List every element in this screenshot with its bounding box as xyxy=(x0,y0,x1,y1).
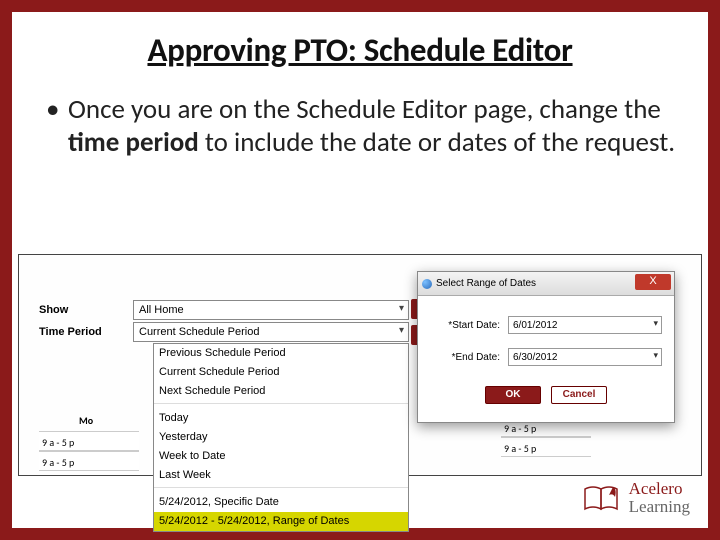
schedule-column-right: 9 a - 5 p 9 a - 5 p xyxy=(501,417,591,457)
close-button[interactable]: X xyxy=(635,274,671,290)
schedule-cell: 9 a - 5 p xyxy=(39,451,139,471)
schedule-cell: 9 a - 5 p xyxy=(39,431,139,451)
bullet-text-bold: time period xyxy=(68,126,199,159)
dropdown-option[interactable]: Current Schedule Period xyxy=(154,363,408,382)
screenshot-panel: Show All Home Time Period Current Schedu… xyxy=(18,254,702,476)
schedule-cell: 9 a - 5 p xyxy=(501,437,591,457)
show-value: All Home xyxy=(139,304,184,316)
filter-form: Show All Home Time Period Current Schedu… xyxy=(39,299,409,343)
logo-text: Acelero Learning xyxy=(629,480,690,516)
time-period-dropdown[interactable]: Previous Schedule Period Current Schedul… xyxy=(153,343,409,532)
instruction-bullet: Once you are on the Schedule Editor page… xyxy=(42,94,678,160)
dialog-title: Select Range of Dates xyxy=(436,278,536,289)
show-select[interactable]: All Home xyxy=(133,300,409,320)
dropdown-option[interactable]: Yesterday xyxy=(154,428,408,447)
bullet-text-pre: Once you are on the Schedule Editor page… xyxy=(68,93,661,126)
dropdown-option[interactable]: Week to Date xyxy=(154,447,408,466)
start-date-input[interactable]: 6/01/2012 xyxy=(508,316,662,334)
bullet-text-post: to include the date or dates of the requ… xyxy=(199,126,675,159)
dropdown-option[interactable]: Last Week xyxy=(154,466,408,485)
ok-button[interactable]: OK xyxy=(485,386,541,404)
start-date-row: *Start Date: 6/01/2012 xyxy=(430,316,662,334)
dropdown-option[interactable]: Previous Schedule Period xyxy=(154,344,408,363)
show-label: Show xyxy=(39,304,133,316)
time-period-row: Time Period Current Schedule Period xyxy=(39,321,409,343)
dialog-titlebar: Select Range of Dates X xyxy=(418,272,674,296)
brand-logo: Acelero Learning xyxy=(581,480,690,516)
end-date-label: *End Date: xyxy=(430,352,508,363)
dropdown-option[interactable]: Next Schedule Period xyxy=(154,382,408,401)
time-period-value: Current Schedule Period xyxy=(139,326,259,338)
dialog-body: *Start Date: 6/01/2012 *End Date: 6/30/2… xyxy=(418,296,674,422)
day-header: Mo xyxy=(79,414,93,427)
show-row: Show All Home xyxy=(39,299,409,321)
page-title: Approving PTO: Schedule Editor xyxy=(42,30,678,70)
logo-bottom: Learning xyxy=(629,498,690,516)
close-icon: X xyxy=(649,275,656,287)
time-period-label: Time Period xyxy=(39,326,133,338)
book-icon xyxy=(581,483,621,513)
dropdown-option-highlighted[interactable]: 5/24/2012 - 5/24/2012, Range of Dates xyxy=(154,512,408,531)
end-date-row: *End Date: 6/30/2012 xyxy=(430,348,662,366)
cancel-button[interactable]: Cancel xyxy=(551,386,607,404)
logo-top: Acelero xyxy=(629,480,690,498)
range-of-dates-dialog: Select Range of Dates X *Start Date: 6/0… xyxy=(417,271,675,423)
slide-frame: Approving PTO: Schedule Editor Once you … xyxy=(0,0,720,540)
dialog-buttons: OK Cancel xyxy=(430,380,662,416)
end-date-input[interactable]: 6/30/2012 xyxy=(508,348,662,366)
start-date-value: 6/01/2012 xyxy=(513,320,558,331)
end-date-value: 6/30/2012 xyxy=(513,352,558,363)
dropdown-option[interactable]: Today xyxy=(154,409,408,428)
start-date-label: *Start Date: xyxy=(430,320,508,331)
dropdown-option[interactable]: 5/24/2012, Specific Date xyxy=(154,493,408,512)
globe-icon xyxy=(422,279,432,289)
time-period-select[interactable]: Current Schedule Period xyxy=(133,322,409,342)
